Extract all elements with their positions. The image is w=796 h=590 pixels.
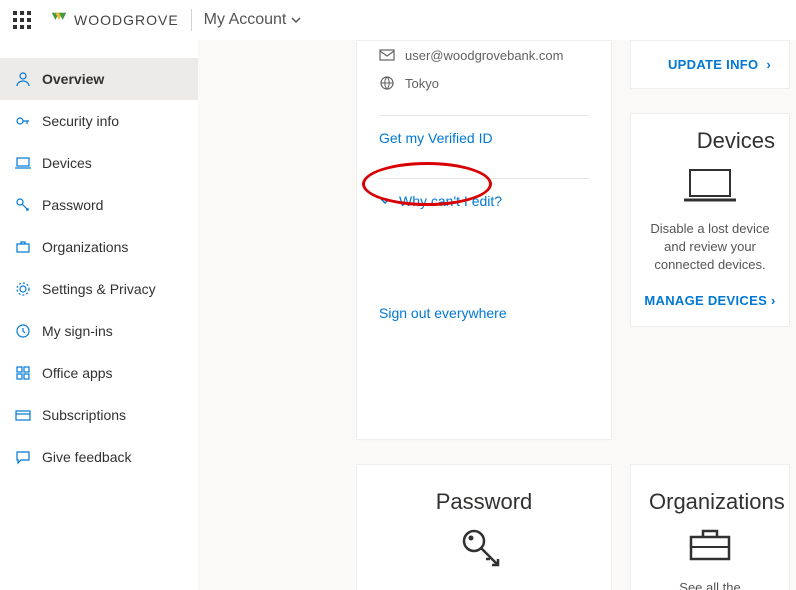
key-icon xyxy=(14,113,32,129)
tile-caption: See all the organizations that you're a … xyxy=(649,579,771,590)
link-label: Get my Verified ID xyxy=(379,130,493,146)
sidebar-item-label: My sign-ins xyxy=(42,323,113,339)
sidebar-item-overview[interactable]: Overview xyxy=(0,58,198,100)
apps-icon xyxy=(14,365,32,381)
sidebar-item-label: Overview xyxy=(42,71,104,87)
devices-card: Devices Disable a lost device and review… xyxy=(630,113,790,327)
link-label: Why can't I edit? xyxy=(399,193,502,209)
app-switcher[interactable]: My Account xyxy=(204,11,303,29)
main-content: user@woodgrovebank.com Tokyo Get my Veri… xyxy=(198,40,796,590)
link-label: Sign out everywhere xyxy=(379,305,507,321)
sidebar: Overview Security info Devices Password … xyxy=(0,40,198,590)
sidebar-item-label: Office apps xyxy=(42,365,113,381)
get-verified-id-link[interactable]: Get my Verified ID xyxy=(357,116,611,160)
sidebar-item-label: Security info xyxy=(42,113,119,129)
manage-devices-button[interactable]: MANAGE DEVICES › xyxy=(641,293,779,308)
profile-location: Tokyo xyxy=(405,76,439,91)
sidebar-item-signins[interactable]: My sign-ins xyxy=(0,310,198,352)
profile-email-row: user@woodgrovebank.com xyxy=(357,41,611,69)
briefcase-icon xyxy=(14,239,32,255)
button-label: MANAGE DEVICES xyxy=(644,293,767,308)
sidebar-item-security[interactable]: Security info xyxy=(0,100,198,142)
sidebar-item-password[interactable]: Password xyxy=(0,184,198,226)
layout: Overview Security info Devices Password … xyxy=(0,40,796,590)
password-tile[interactable]: Password Make your password stronger, or… xyxy=(356,464,612,590)
sidebar-item-organizations[interactable]: Organizations xyxy=(0,226,198,268)
tile-title: Password xyxy=(375,489,593,515)
password-icon xyxy=(14,197,32,213)
organizations-tile[interactable]: Organizations See all the organizations … xyxy=(630,464,790,590)
app-header: WOODGROVE My Account xyxy=(0,0,796,40)
sign-out-everywhere-link[interactable]: Sign out everywhere xyxy=(357,283,611,343)
update-info-button[interactable]: UPDATE INFO › xyxy=(630,40,790,89)
sidebar-item-subscriptions[interactable]: Subscriptions xyxy=(0,394,198,436)
laptop-icon xyxy=(14,155,32,171)
clock-icon xyxy=(14,323,32,339)
tile-title: Organizations xyxy=(649,489,771,515)
sidebar-item-label: Password xyxy=(42,197,103,213)
gear-icon xyxy=(14,281,32,297)
sidebar-item-settings[interactable]: Settings & Privacy xyxy=(0,268,198,310)
briefcase-icon xyxy=(649,525,771,565)
laptop-icon xyxy=(641,166,779,206)
sidebar-item-label: Give feedback xyxy=(42,449,132,465)
chevron-down-icon xyxy=(379,195,391,207)
why-cant-edit-link[interactable]: Why can't I edit? xyxy=(357,179,611,223)
profile-location-row: Tokyo xyxy=(357,69,611,97)
card-icon xyxy=(14,407,32,423)
chevron-right-icon: › xyxy=(771,293,776,308)
brand-logo-icon xyxy=(50,11,68,29)
sidebar-item-label: Organizations xyxy=(42,239,128,255)
card-title: Devices xyxy=(641,128,779,154)
sidebar-item-devices[interactable]: Devices xyxy=(0,142,198,184)
sidebar-item-label: Settings & Privacy xyxy=(42,281,156,297)
profile-email: user@woodgrovebank.com xyxy=(405,48,563,63)
key-icon xyxy=(375,525,593,573)
person-icon xyxy=(14,71,32,87)
profile-card: user@woodgrovebank.com Tokyo Get my Veri… xyxy=(356,40,612,440)
sidebar-item-label: Subscriptions xyxy=(42,407,126,423)
app-switcher-label: My Account xyxy=(204,11,287,29)
chat-icon xyxy=(14,449,32,465)
chevron-down-icon xyxy=(290,14,302,26)
brand-label: WOODGROVE xyxy=(74,12,179,28)
chevron-right-icon: › xyxy=(766,57,771,72)
button-label: UPDATE INFO xyxy=(668,57,758,72)
card-caption: Disable a lost device and review your co… xyxy=(641,220,779,275)
header-divider xyxy=(191,9,192,31)
app-launcher-icon[interactable] xyxy=(8,6,36,34)
sidebar-item-office[interactable]: Office apps xyxy=(0,352,198,394)
globe-icon xyxy=(379,75,395,91)
mail-icon xyxy=(379,47,395,63)
brand: WOODGROVE xyxy=(50,11,179,29)
sidebar-item-label: Devices xyxy=(42,155,92,171)
sidebar-item-feedback[interactable]: Give feedback xyxy=(0,436,198,478)
